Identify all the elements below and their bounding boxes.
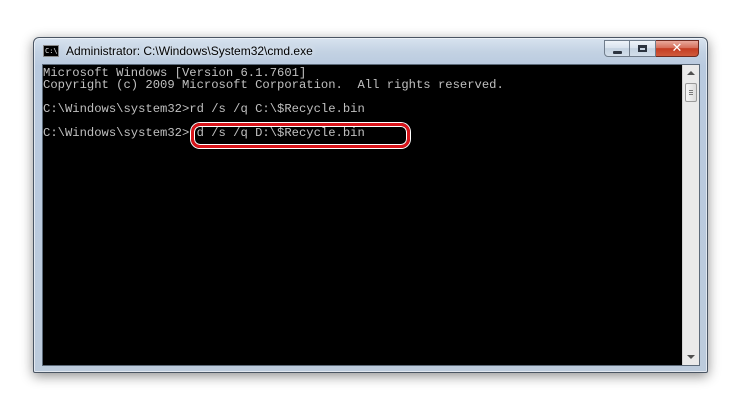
grip-line <box>689 92 693 93</box>
cmd-window: C:\ Administrator: C:\Windows\System32\c… <box>33 37 708 373</box>
cmd-icon[interactable]: C:\ <box>43 45 59 57</box>
console-line: C:\Windows\system32>rd /s /q C:\$Recycle… <box>43 102 365 116</box>
grip-line <box>689 90 693 91</box>
arrow-up-icon <box>687 71 695 75</box>
grip-line <box>689 94 693 95</box>
scroll-up-button[interactable] <box>683 65 699 81</box>
command-highlight <box>191 123 410 148</box>
console-area[interactable]: Microsoft Windows [Version 6.1.7601] Cop… <box>42 64 700 366</box>
arrow-down-icon <box>687 355 695 359</box>
maximize-icon <box>638 45 647 52</box>
cmd-icon-text: C:\ <box>45 47 58 55</box>
window-controls: ✕ <box>604 40 699 58</box>
title-bar[interactable]: C:\ Administrator: C:\Windows\System32\c… <box>34 38 707 64</box>
minimize-icon <box>612 50 622 54</box>
close-button[interactable]: ✕ <box>656 40 699 57</box>
scroll-down-button[interactable] <box>683 349 699 365</box>
window-title: Administrator: C:\Windows\System32\cmd.e… <box>66 44 313 58</box>
maximize-button[interactable] <box>630 40 656 57</box>
console-line: Copyright (c) 2009 Microsoft Corporation… <box>43 78 504 92</box>
console-output[interactable]: Microsoft Windows [Version 6.1.7601] Cop… <box>43 65 682 365</box>
minimize-button[interactable] <box>604 40 630 57</box>
vertical-scrollbar[interactable] <box>682 65 699 365</box>
scroll-thumb[interactable] <box>685 83 697 102</box>
close-icon: ✕ <box>671 41 683 56</box>
